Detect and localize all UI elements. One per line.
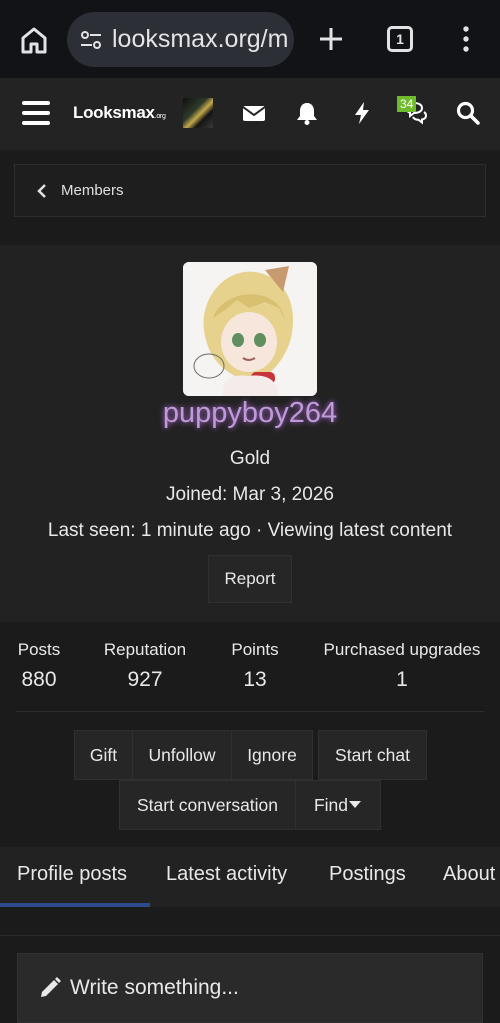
write-something-placeholder: Write something... <box>70 976 239 999</box>
profile-tabs: Profile posts Latest activity Postings A… <box>0 847 500 907</box>
unfollow-button[interactable]: Unfollow <box>132 730 232 780</box>
stat-value: 13 <box>243 668 267 691</box>
lightning-icon[interactable] <box>349 100 375 126</box>
gift-button[interactable]: Gift <box>74 730 133 780</box>
find-label: Find <box>313 795 349 815</box>
home-icon[interactable] <box>18 24 50 56</box>
menu-icon[interactable] <box>22 101 50 127</box>
find-button[interactable]: Find <box>295 780 381 830</box>
stat-label: Points <box>231 640 279 659</box>
search-icon[interactable] <box>455 100 481 126</box>
stat-points[interactable]: Points 13 <box>227 640 283 692</box>
address-bar[interactable]: looksmax.org/m <box>67 12 294 67</box>
stat-value: 927 <box>127 668 163 691</box>
profile-username[interactable]: puppyboy264 <box>0 397 500 430</box>
breadcrumb-label: Members <box>61 182 124 199</box>
tab-latest-activity[interactable]: Latest activity <box>166 863 287 886</box>
ignore-button[interactable]: Ignore <box>231 730 313 780</box>
stat-posts[interactable]: Posts 880 <box>16 640 62 692</box>
stat-value: 1 <box>396 668 408 691</box>
tab-about[interactable]: About <box>443 863 495 886</box>
site-logo[interactable]: Lοοksmax.org <box>73 103 166 123</box>
breadcrumb[interactable]: Members <box>14 164 486 217</box>
user-rank: Gold <box>229 448 271 469</box>
write-something-input[interactable]: Write something... <box>17 953 483 1023</box>
user-avatar[interactable] <box>183 98 213 128</box>
stat-label: Reputation <box>103 640 187 659</box>
last-seen: Last seen: 1 minute ago · Viewing latest… <box>47 520 453 541</box>
notification-badge: 34 <box>397 96 417 112</box>
inbox-icon[interactable] <box>241 100 267 126</box>
joined-date: Joined: Mar 3, 2026 <box>166 484 334 505</box>
bell-icon[interactable] <box>294 100 320 126</box>
stat-reputation[interactable]: Reputation 927 <box>100 640 190 692</box>
stat-value: 880 <box>21 668 57 691</box>
divider <box>0 935 500 936</box>
stat-purchased-upgrades[interactable]: Purchased upgrades 1 <box>319 640 485 692</box>
tab-profile-posts[interactable]: Profile posts <box>17 863 127 886</box>
new-tab-icon[interactable] <box>316 24 346 54</box>
tab-switcher-button[interactable]: 1 <box>387 26 413 52</box>
avatar-illustration <box>183 262 317 396</box>
profile-stats: Posts 880 Reputation 927 Points 13 Purch… <box>0 622 500 847</box>
caret-down-icon <box>349 801 361 808</box>
site-header: Lοοksmax.org 34 <box>0 78 500 150</box>
report-button[interactable]: Report <box>208 555 292 603</box>
stat-label: Posts <box>17 640 61 659</box>
start-chat-button[interactable]: Start chat <box>318 730 427 780</box>
more-menu-icon[interactable] <box>458 24 474 54</box>
stat-label: Purchased upgrades <box>323 640 481 659</box>
divider <box>16 711 484 712</box>
chevron-left-icon <box>37 184 46 198</box>
start-conversation-button[interactable]: Start conversation <box>119 780 296 830</box>
site-settings-icon[interactable] <box>79 28 103 52</box>
profile-avatar[interactable] <box>183 262 317 396</box>
profile-posts-section: Write something... <box>0 907 500 1023</box>
browser-toolbar: looksmax.org/m 1 <box>0 0 500 78</box>
tab-postings[interactable]: Postings <box>329 863 406 886</box>
pencil-icon <box>41 977 61 997</box>
url-text: looksmax.org/m <box>112 25 287 53</box>
profile-card: puppyboy264 Gold Joined: Mar 3, 2026 Las… <box>0 245 500 622</box>
